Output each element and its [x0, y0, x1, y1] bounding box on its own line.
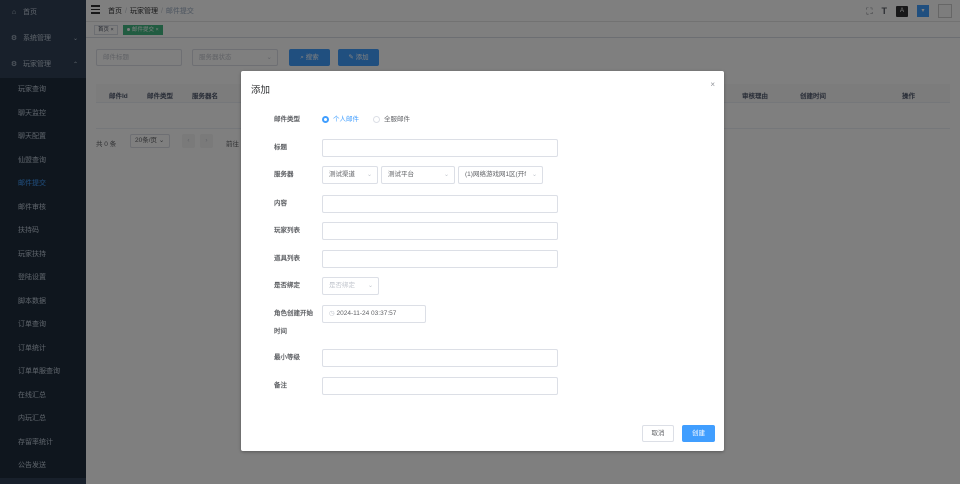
cancel-button[interactable]: 取消 [642, 425, 674, 442]
row-remark: 备注 [241, 377, 724, 395]
chevron-down-icon: ⌄ [367, 283, 373, 289]
row-server: 服务器 测试渠道 ⌄ 测试平台 ⌄ (1)网络游戏网1区(开f ⌄ [241, 166, 724, 184]
row-content: 内容 [241, 195, 724, 213]
label-remark: 备注 [274, 382, 287, 389]
label-player-list: 玩家列表 [274, 227, 300, 234]
label-role-time: 角色创建开始 时间 [274, 310, 313, 335]
row-role-time: 角色创建开始 时间 ◷ 2024-11-24 03:37:57 [241, 305, 724, 339]
content-input[interactable] [322, 195, 558, 213]
item-list-input[interactable] [322, 250, 558, 268]
label-mail-type: 邮件类型 [274, 116, 300, 123]
platform-select[interactable]: 测试平台 ⌄ [381, 166, 455, 184]
chevron-down-icon: ⌄ [443, 172, 449, 178]
row-bind: 是否绑定 是否绑定 ⌄ [241, 277, 724, 295]
label-title: 标题 [274, 144, 287, 151]
create-button[interactable]: 创建 [682, 425, 715, 442]
close-icon[interactable]: × [710, 80, 715, 89]
role-time-picker[interactable]: ◷ 2024-11-24 03:37:57 [322, 305, 426, 323]
row-min-level: 最小等级 [241, 349, 724, 367]
title-input[interactable] [322, 139, 558, 157]
row-item-list: 道具列表 [241, 250, 724, 268]
add-mail-dialog: 添加 × 邮件类型 个人邮件 全服邮件 标题 服务器 测试渠道 ⌄ 测试平台 ⌄ (… [241, 71, 724, 451]
row-mail-type: 邮件类型 个人邮件 全服邮件 [241, 111, 724, 129]
radio-server[interactable] [373, 116, 380, 123]
chevron-down-icon: ⌄ [531, 172, 537, 178]
server-select[interactable]: (1)网络游戏网1区(开f ⌄ [458, 166, 543, 184]
bind-select[interactable]: 是否绑定 ⌄ [322, 277, 379, 295]
label-min-level: 最小等级 [274, 354, 300, 361]
dialog-title: 添加 [251, 85, 271, 96]
radio-personal-label[interactable]: 个人邮件 [333, 111, 359, 129]
remark-input[interactable] [322, 377, 558, 395]
row-title: 标题 [241, 139, 724, 157]
player-list-input[interactable] [322, 222, 558, 240]
label-bind: 是否绑定 [274, 282, 300, 289]
radio-server-label[interactable]: 全服邮件 [384, 111, 410, 129]
label-content: 内容 [274, 200, 287, 207]
label-item-list: 道具列表 [274, 255, 300, 262]
channel-select[interactable]: 测试渠道 ⌄ [322, 166, 378, 184]
min-level-input[interactable] [322, 349, 558, 367]
row-player-list: 玩家列表 [241, 222, 724, 240]
chevron-down-icon: ⌄ [366, 172, 372, 178]
label-server: 服务器 [274, 171, 294, 178]
radio-personal[interactable] [322, 116, 329, 123]
